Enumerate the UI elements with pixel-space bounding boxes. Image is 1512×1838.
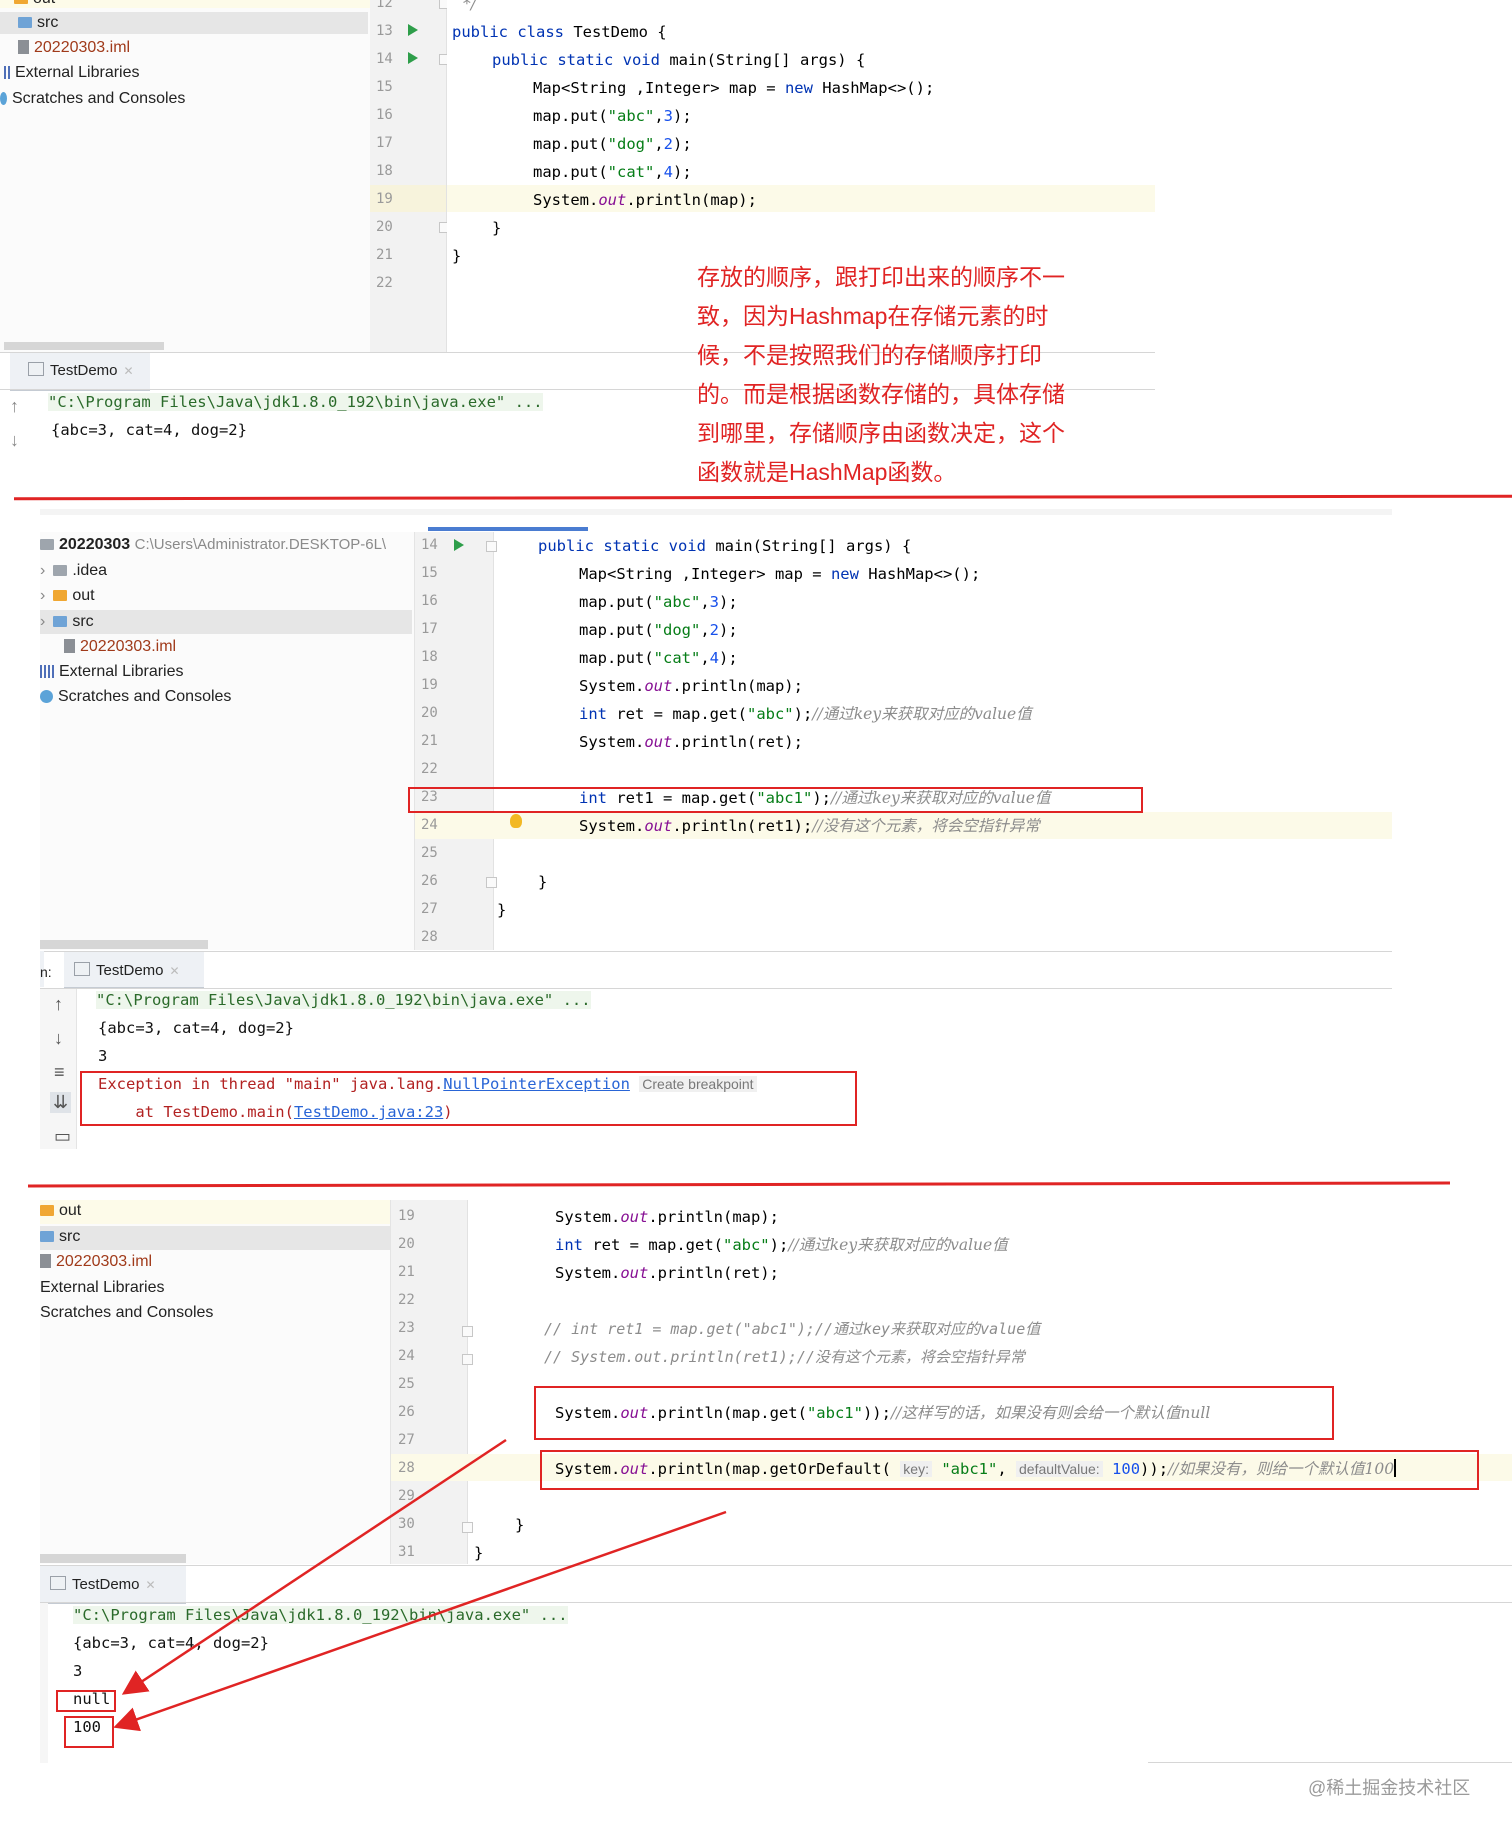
arrow-to-100 — [113, 1510, 727, 1732]
arrow-to-null — [121, 1438, 507, 1695]
annotation-arrows — [113, 1438, 727, 1732]
